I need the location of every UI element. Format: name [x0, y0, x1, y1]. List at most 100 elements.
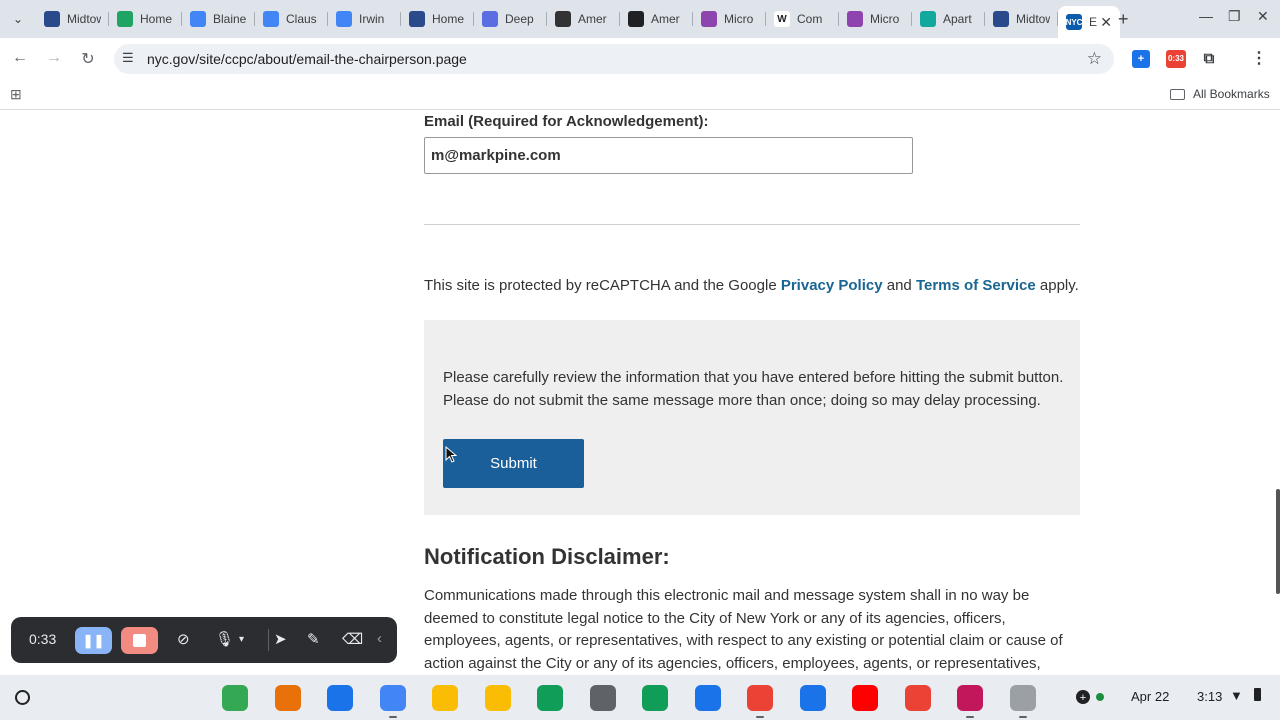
camera-off-icon[interactable]: ⊘ — [177, 630, 190, 648]
recorder-divider — [268, 629, 269, 651]
tab-title: Deep — [505, 12, 534, 26]
extension-plus-icon[interactable]: + — [1132, 50, 1150, 68]
chrome-canary-icon[interactable] — [274, 685, 301, 711]
youtube-icon[interactable] — [852, 685, 878, 711]
status-tray[interactable]: + — [1070, 684, 1116, 710]
maximize-icon[interactable]: ❐ — [1228, 8, 1241, 25]
settings-icon[interactable] — [589, 685, 616, 711]
classroom-icon[interactable] — [537, 685, 563, 711]
sheets-icon[interactable] — [642, 685, 668, 711]
files-icon[interactable] — [694, 685, 721, 711]
tab-list: Midtown Home Blaine Claus Irwin Home Deep Amer A… — [36, 6, 1120, 38]
running-indicator — [1018, 716, 1027, 718]
close-window-icon[interactable]: ✕ — [1257, 8, 1269, 25]
collapse-chevron-icon[interactable]: ‹ — [377, 630, 382, 647]
reload-icon[interactable]: ↻ — [78, 49, 98, 69]
url-text[interactable]: nyc.gov/site/ccpc/about/email-the-chairp… — [147, 51, 467, 67]
calendar-icon[interactable] — [799, 685, 826, 711]
tab[interactable]: Claus — [255, 6, 328, 32]
back-arrow-icon[interactable]: ← — [10, 49, 30, 67]
tab-title: Micro — [870, 12, 900, 26]
recorder-extension-icon[interactable]: 0:33 — [1166, 50, 1186, 68]
email-field[interactable] — [424, 137, 913, 174]
tab[interactable]: Home — [401, 6, 474, 32]
address-bar[interactable]: ☰ nyc.gov/site/ccpc/about/email-the-chai… — [114, 44, 1114, 74]
new-tab-icon[interactable]: + — [1118, 9, 1129, 30]
keep-icon[interactable] — [484, 685, 511, 711]
tab[interactable]: Irwin — [328, 6, 401, 32]
tab[interactable]: Apart — [912, 6, 985, 32]
drive-icon — [117, 11, 133, 27]
wikipedia-icon: W — [774, 11, 790, 27]
chrome-icon[interactable] — [747, 685, 773, 718]
screen-recorder-icon[interactable] — [957, 685, 983, 718]
menu-kebab-icon[interactable]: ⋮ — [1250, 50, 1268, 68]
tote-icon[interactable] — [1009, 685, 1036, 718]
tab-search-chevron-icon[interactable]: ⌄ — [6, 8, 30, 30]
terms-of-service-link[interactable]: Terms of Service — [916, 277, 1036, 294]
tab-strip: ⌄ Midtown Home Blaine Claus Irwin Home Deep Ame… — [0, 0, 1280, 38]
tab-title: Amer — [578, 12, 607, 26]
launcher-icon[interactable] — [15, 690, 30, 705]
bookmark-star-icon[interactable]: ☆ — [1087, 49, 1102, 69]
tab[interactable]: Midtown — [36, 6, 109, 32]
pause-button[interactable]: ❚❚ — [75, 627, 112, 654]
tab[interactable]: Home — [109, 6, 182, 32]
copilot-icon — [847, 11, 863, 27]
clock[interactable]: 3:13 — [1197, 689, 1222, 704]
tab[interactable]: Deep — [474, 6, 547, 32]
tab-active[interactable]: NYC E ✕ — [1058, 6, 1120, 38]
date-label[interactable]: Apr 22 — [1131, 689, 1169, 704]
recaptcha-suffix: apply. — [1035, 277, 1079, 294]
folder-icon — [1170, 88, 1185, 100]
review-line-1: Please carefully review the information … — [443, 369, 1064, 386]
mouse-cursor-icon — [445, 446, 457, 463]
apps-grid-icon[interactable]: ⊞ — [10, 86, 22, 103]
tab[interactable]: Micro — [839, 6, 912, 32]
tab-title: Home — [140, 12, 173, 26]
extensions-puzzle-icon[interactable]: ⧉ — [1200, 50, 1218, 68]
battery-icon[interactable] — [1254, 688, 1261, 701]
privacy-policy-link[interactable]: Privacy Policy — [781, 277, 883, 294]
tab[interactable]: Midtown — [985, 6, 1058, 32]
site-info-icon[interactable]: ☰ — [122, 50, 134, 66]
docs-icon[interactable] — [379, 685, 406, 718]
gmail-icon[interactable] — [904, 685, 931, 711]
bookmarks-bar: ⊞ All Bookmarks — [0, 80, 1280, 110]
rw-logo-icon — [44, 11, 60, 27]
scrollbar-thumb[interactable] — [1276, 489, 1280, 594]
drive-icon[interactable] — [432, 685, 458, 711]
stop-button[interactable] — [121, 627, 158, 654]
close-tab-icon[interactable]: ✕ — [1100, 14, 1112, 31]
tab[interactable]: Amer — [547, 6, 620, 32]
mic-dropdown-icon[interactable]: ▾ — [239, 634, 244, 645]
nyc-logo-icon: NYC — [1066, 14, 1082, 30]
deepl-icon — [482, 11, 498, 27]
tab[interactable]: Micro — [693, 6, 766, 32]
maps-icon[interactable] — [222, 685, 248, 711]
pointer-icon[interactable]: ➤ — [274, 630, 287, 648]
tab[interactable]: W Com — [766, 6, 839, 32]
minimize-icon[interactable]: — — [1199, 8, 1213, 24]
all-bookmarks-button[interactable]: All Bookmarks — [1170, 87, 1270, 101]
wifi-icon[interactable]: ▼ — [1230, 688, 1243, 703]
running-indicator — [966, 716, 974, 718]
email-label: Email (Required for Acknowledgement): — [424, 113, 709, 130]
shelf: + Apr 22 3:13 ▼ — [0, 675, 1280, 720]
pen-icon[interactable]: ✎ — [307, 630, 320, 648]
eraser-icon[interactable]: ⌫ — [342, 630, 363, 648]
divider — [424, 224, 1080, 225]
tab-title: Com — [797, 12, 823, 26]
recaptcha-prefix: This site is protected by reCAPTCHA and … — [424, 277, 781, 294]
mic-off-icon[interactable]: 🎙︎ — [215, 630, 234, 648]
running-indicator — [756, 716, 764, 718]
disclaimer-heading: Notification Disclaimer: — [424, 544, 670, 569]
screen: ⌄ Midtown Home Blaine Claus Irwin Home Deep Ame… — [0, 0, 1280, 720]
tab[interactable]: Amer — [620, 6, 693, 32]
screen-recorder-bar: 0:33 ❚❚ ⊘ 🎙︎ ▾ ➤ ✎ ⌫ ‹ — [11, 617, 397, 663]
tasks-icon[interactable] — [327, 685, 353, 711]
tab-title: Irwin — [359, 12, 385, 26]
submit-button[interactable]: Submit — [443, 439, 584, 488]
forward-arrow-icon[interactable]: → — [44, 49, 64, 67]
tab[interactable]: Blaine — [182, 6, 255, 32]
